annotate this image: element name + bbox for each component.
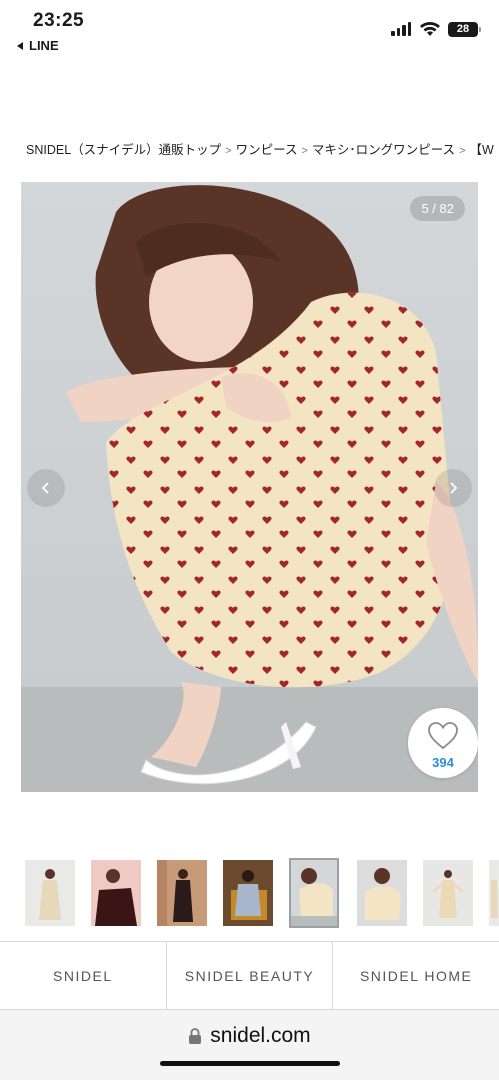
breadcrumb-item-maxi-long[interactable]: マキシ･ロングワンピース: [312, 143, 455, 157]
breadcrumb-separator: >: [301, 145, 308, 157]
tab-snidel-beauty[interactable]: SNIDEL BEAUTY: [167, 942, 334, 1009]
breadcrumb-item-current[interactable]: 【W: [470, 143, 494, 157]
breadcrumb-item-top[interactable]: SNIDEL（スナイデル）通販トップ: [26, 143, 221, 157]
product-image-carousel[interactable]: 5 / 82 394: [21, 182, 478, 792]
thumbnail[interactable]: [357, 860, 407, 926]
favorite-count: 394: [432, 755, 454, 770]
chevron-left-icon: [41, 482, 49, 494]
image-counter: 5 / 82: [410, 196, 465, 221]
cellular-signal-icon: [391, 22, 411, 36]
thumbnail[interactable]: [223, 860, 273, 926]
thumbnail[interactable]: [423, 860, 473, 926]
breadcrumb: SNIDEL（スナイデル）通販トップ > ワンピース > マキシ･ロングワンピース > 【W: [26, 139, 499, 158]
breadcrumb-separator: >: [459, 145, 466, 157]
breadcrumb-item-onepiece[interactable]: ワンピース: [236, 143, 298, 157]
home-indicator[interactable]: [160, 1061, 340, 1066]
tab-snidel-home[interactable]: SNIDEL HOME: [333, 942, 499, 1009]
favorite-button[interactable]: 394: [408, 708, 478, 778]
url-display[interactable]: snidel.com: [0, 1024, 499, 1048]
battery-icon: 28: [448, 22, 481, 37]
chevron-right-icon: [450, 482, 458, 494]
wifi-icon: [420, 22, 440, 36]
status-time: 23:25: [33, 10, 85, 31]
thumbnail[interactable]: [157, 860, 207, 926]
back-triangle-icon: [17, 41, 23, 50]
heart-outline-icon: [428, 722, 458, 750]
thumbnail-strip[interactable]: [0, 858, 499, 930]
brand-navigation: SNIDEL SNIDEL BEAUTY SNIDEL HOME: [0, 941, 499, 1010]
back-app-label: LINE: [29, 38, 59, 53]
previous-image-button[interactable]: [27, 469, 65, 507]
breadcrumb-separator: >: [225, 145, 232, 157]
next-image-button[interactable]: [434, 469, 472, 507]
thumbnail[interactable]: [25, 860, 75, 926]
browser-url-bar[interactable]: snidel.com: [0, 1010, 499, 1080]
status-bar: 23:25 LINE 28: [0, 0, 499, 62]
thumbnail[interactable]: [91, 860, 141, 926]
tab-snidel[interactable]: SNIDEL: [0, 942, 167, 1009]
lock-icon: [189, 1028, 202, 1044]
back-to-app-link[interactable]: LINE: [17, 38, 59, 53]
thumbnail-active[interactable]: [289, 858, 339, 928]
url-text: snidel.com: [210, 1024, 311, 1047]
product-photo: [21, 182, 478, 792]
thumbnail[interactable]: [489, 860, 499, 926]
